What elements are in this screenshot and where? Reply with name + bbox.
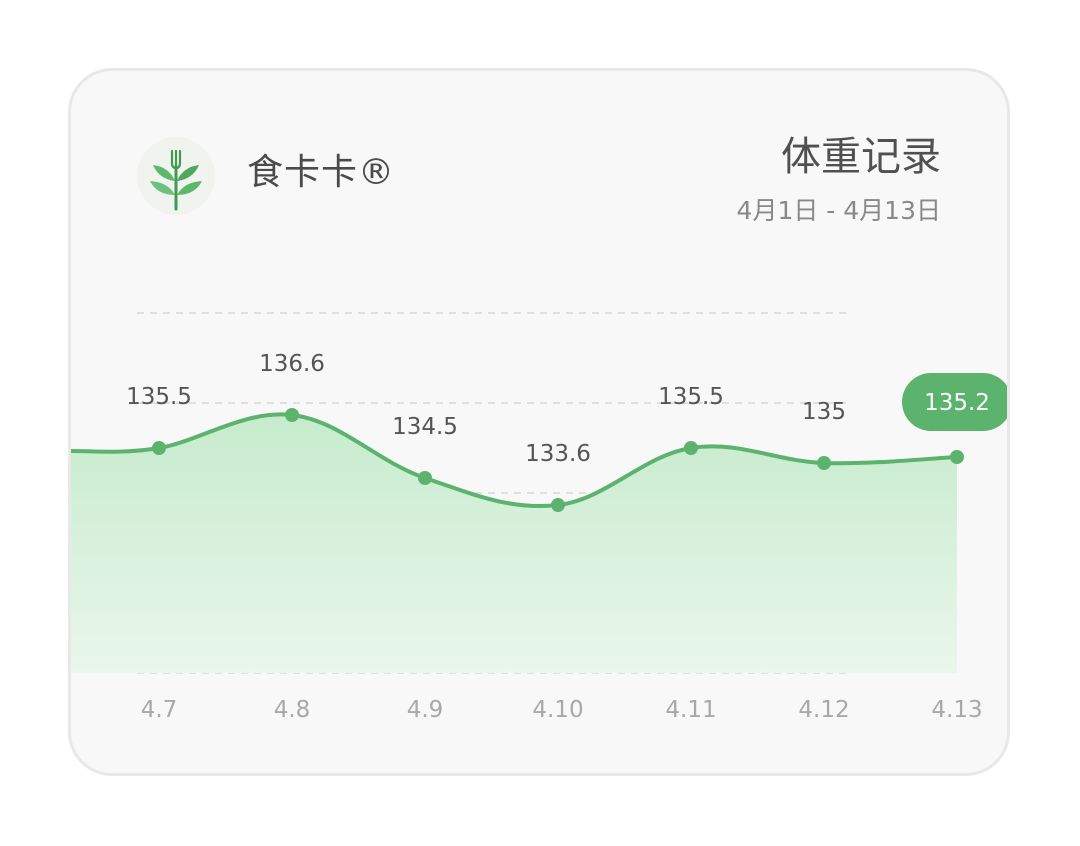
x-tick-label: 4.10	[532, 697, 583, 723]
data-label: 135.5	[126, 384, 192, 410]
data-point[interactable]	[152, 441, 166, 455]
data-label: 135	[802, 399, 846, 425]
x-tick-label: 4.13	[931, 697, 982, 723]
data-point[interactable]	[684, 441, 698, 455]
data-label: 133.6	[525, 441, 591, 467]
data-point[interactable]	[817, 456, 831, 470]
data-point[interactable]	[418, 471, 432, 485]
data-label: 134.5	[392, 414, 458, 440]
x-tick-label: 4.12	[798, 697, 849, 723]
x-tick-label: 4.8	[274, 697, 311, 723]
weight-line-chart: 135.5 136.6 134.5 133.6 135.5 135 135.2 4.7 4.8…	[71, 312, 1007, 723]
data-label: 135.5	[658, 384, 724, 410]
data-label: 135.2	[924, 390, 990, 416]
x-tick-label: 4.7	[141, 697, 178, 723]
data-point[interactable]	[950, 450, 964, 464]
area-fill	[71, 414, 957, 673]
x-tick-label: 4.9	[407, 697, 444, 723]
data-point[interactable]	[285, 408, 299, 422]
weight-record-card[interactable]: 食卡卡® 体重记录 4月1日 - 4月13日 135.5 136.6 134.5 13…	[68, 68, 1010, 776]
data-point[interactable]	[551, 498, 565, 512]
x-tick-label: 4.11	[665, 697, 716, 723]
data-label: 136.6	[259, 351, 325, 377]
